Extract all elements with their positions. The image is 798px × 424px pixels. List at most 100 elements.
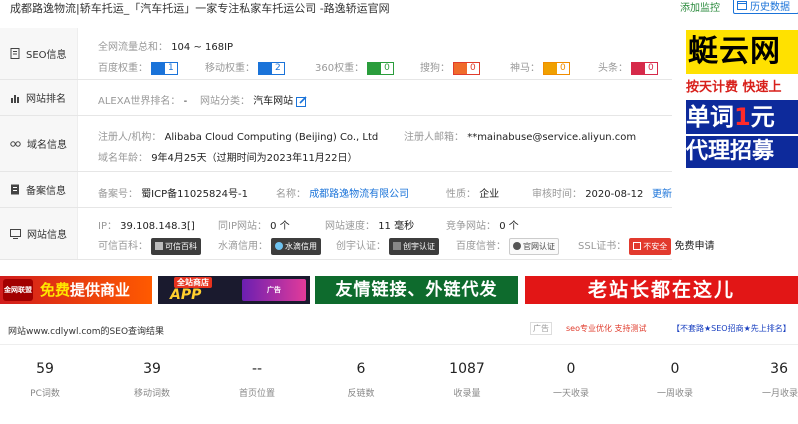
traffic: 全网流量总和： 104 ~ 168IP <box>98 38 233 53</box>
alexa-value: - <box>183 96 188 107</box>
weight-toutiao[interactable]: 头条： 0 <box>598 59 658 75</box>
weight-sogou[interactable]: 搜狗： 0 <box>420 59 480 75</box>
stat-label: 首页位置 <box>238 389 275 399</box>
toutiao-icon <box>632 62 645 74</box>
stat-value: 0 <box>670 361 680 377</box>
mobile-weight-badge[interactable]: 2 <box>258 61 285 75</box>
side-ad-brand: 蜓云网 <box>686 30 798 74</box>
stat-label: 反链数 <box>347 389 375 399</box>
trust-label: 水滴信用： <box>218 241 268 252</box>
weight-baidu[interactable]: 百度权重： 1 <box>98 59 178 75</box>
traffic-label: 全网流量总和： <box>98 42 168 53</box>
icp-label-text: 备案信息 <box>26 186 66 197</box>
weight-label: 360权重： <box>315 63 365 74</box>
edit-icon[interactable] <box>296 95 307 107</box>
shuidi-stamp[interactable]: 水滴信用 <box>271 237 321 255</box>
icp-date-label: 审核时间： <box>532 189 582 200</box>
trust-baike[interactable]: 可信百科： 可信百科 <box>98 237 201 255</box>
compete-label: 竞争网站： <box>446 221 496 232</box>
speed-label: 网站速度： <box>325 221 375 232</box>
360-icon <box>368 62 382 74</box>
stamp-text: 创宇认证 <box>403 241 435 251</box>
stat-label: PC词数 <box>30 389 60 399</box>
ad-tag: 广告 <box>530 322 552 335</box>
domain-label: 域名信息 <box>0 116 78 171</box>
weight-value: 0 <box>560 63 566 73</box>
weight-360[interactable]: 360权重： 0 <box>315 59 394 75</box>
alexa-label: ALEXA世界排名： <box>98 96 181 107</box>
stat-label: 移动词数 <box>133 389 170 399</box>
sogou-weight-badge[interactable]: 0 <box>453 61 480 75</box>
chuangyu-stamp[interactable]: 创宇认证 <box>389 237 439 255</box>
weight-label: 百度权重： <box>98 63 148 74</box>
baidu-stamp[interactable]: 官网认证 <box>509 237 559 255</box>
stat-label: 一月收录 <box>761 389 798 399</box>
banner-row: 金网联盟 免费提供商业 全站商店 APP 广告 友情链接、外链代发 老站长都在这… <box>0 276 798 304</box>
site-row: 网站信息 IP： 39.108.148.3[] 同IP网站： 0 个 网站速度：… <box>0 208 714 260</box>
icp-name-label: 名称： <box>276 189 306 200</box>
baike-stamp[interactable]: 可信百科 <box>151 237 201 255</box>
banner-free-business[interactable]: 金网联盟 免费提供商业 <box>0 276 152 304</box>
trust-label: 可信百科： <box>98 241 148 252</box>
icp-update-link[interactable]: 更新 <box>652 185 672 200</box>
side-ad[interactable]: 蜓云网 按天计费 快速上 单词1元 代理招募 <box>682 30 798 168</box>
age-value: 9年4月25天（过期时间为2023年11月22日） <box>151 153 358 164</box>
seo-ad-link[interactable]: seo专业优化 支持测试 <box>566 323 647 334</box>
ssl-label: SSL证书： <box>578 241 627 252</box>
ssl-apply-link[interactable]: 免费申请 <box>674 241 714 252</box>
domain-age: 域名年龄： 9年4月25天（过期时间为2023年11月22日） <box>98 149 358 164</box>
weight-value: 2 <box>275 63 281 73</box>
file-icon <box>11 184 19 195</box>
paw-icon <box>259 62 272 74</box>
baidu-weight-badge[interactable]: 1 <box>151 61 178 75</box>
traffic-value: 104 ~ 168IP <box>171 42 234 53</box>
icp-name-link[interactable]: 成都路逸物流有限公司 <box>309 189 409 200</box>
price-number: 1 <box>734 103 751 131</box>
360-weight-badge[interactable]: 0 <box>367 61 394 75</box>
history-data-button[interactable]: 历史数据 <box>733 0 798 14</box>
weight-value: 1 <box>168 63 174 73</box>
email-label: 注册人邮箱： <box>404 132 464 143</box>
age-label: 域名年龄： <box>98 153 148 164</box>
same-ip-label: 同IP网站： <box>218 221 267 232</box>
ranking-row: 网站排名 ALEXA世界排名： - 网站分类： 汽车网站 <box>0 80 672 116</box>
banner-webmasters[interactable]: 老站长都在这儿 <box>525 276 798 304</box>
document-icon <box>10 48 20 59</box>
stamp-text: 水滴信用 <box>285 241 317 251</box>
email-value: **mainabuse@service.aliyun.com <box>467 132 637 143</box>
side-ad-recruit: 代理招募 <box>686 136 798 168</box>
results-title: 网站www.cdlywl.com的SEO查询结果 <box>8 327 165 337</box>
seo-row: SEO信息 全网流量总和： 104 ~ 168IP 百度权重： 1 移动权重： 2 … <box>0 28 672 80</box>
same-ip: 同IP网站： 0 个 <box>218 217 290 232</box>
ssl-stamp[interactable]: 不安全 <box>629 237 672 255</box>
alexa: ALEXA世界排名： - <box>98 92 187 107</box>
trust-baidu[interactable]: 百度信誉： 官网认证 <box>456 237 559 255</box>
category: 网站分类： 汽车网站 <box>200 92 307 107</box>
ip: IP： 39.108.148.3[] <box>98 217 195 232</box>
stat-label: 一周收录 <box>656 389 693 399</box>
stats-bar: 59 PC词数 39 移动词数 -- 首页位置 6 反链数 1087 收录量 0 一天收录 … <box>0 344 798 424</box>
domain-row: 域名信息 注册人/机构： Alibaba Cloud Computing (Be… <box>0 116 672 172</box>
site-title: 成都路逸物流|轿车托运_「汽车托运」一家专注私家车托运公司 -路逸轿运官网 <box>10 2 390 15</box>
banner-app[interactable]: 全站商店 APP 广告 <box>158 276 310 304</box>
shield-icon <box>155 242 163 250</box>
shenma-weight-badge[interactable]: 0 <box>543 61 570 75</box>
trust-chuangyu[interactable]: 创宇认证： 创宇认证 <box>336 237 439 255</box>
add-monitor-link[interactable]: 添加监控 <box>680 0 720 14</box>
icp-nature: 性质： 企业 <box>446 185 499 200</box>
weight-mobile[interactable]: 移动权重： 2 <box>205 59 285 75</box>
trust-shuidi[interactable]: 水滴信用： 水滴信用 <box>218 237 321 255</box>
weight-label: 头条： <box>598 63 628 74</box>
icp-number-label: 备案号： <box>98 189 138 200</box>
icp-number-value: 蜀ICP备11025824号-1 <box>141 189 249 200</box>
compete-value: 0 个 <box>499 221 519 232</box>
weight-shenma[interactable]: 神马： 0 <box>510 59 570 75</box>
toutiao-weight-badge[interactable]: 0 <box>631 61 658 75</box>
weight-value: 0 <box>384 63 390 73</box>
banner-friend-links[interactable]: 友情链接、外链代发 <box>315 276 518 304</box>
side-ad-tagline: 按天计费 快速上 <box>686 80 782 95</box>
seo-recruit-link[interactable]: 【不套路★SEO招商★先上排名】 <box>672 323 791 334</box>
info-panel: SEO信息 全网流量总和： 104 ~ 168IP 百度权重： 1 移动权重： 2 … <box>0 28 714 260</box>
side-ad-price: 单词1元 <box>686 100 798 134</box>
icp-row: 备案信息 备案号： 蜀ICP备11025824号-1 名称： 成都路逸物流有限公… <box>0 172 672 208</box>
